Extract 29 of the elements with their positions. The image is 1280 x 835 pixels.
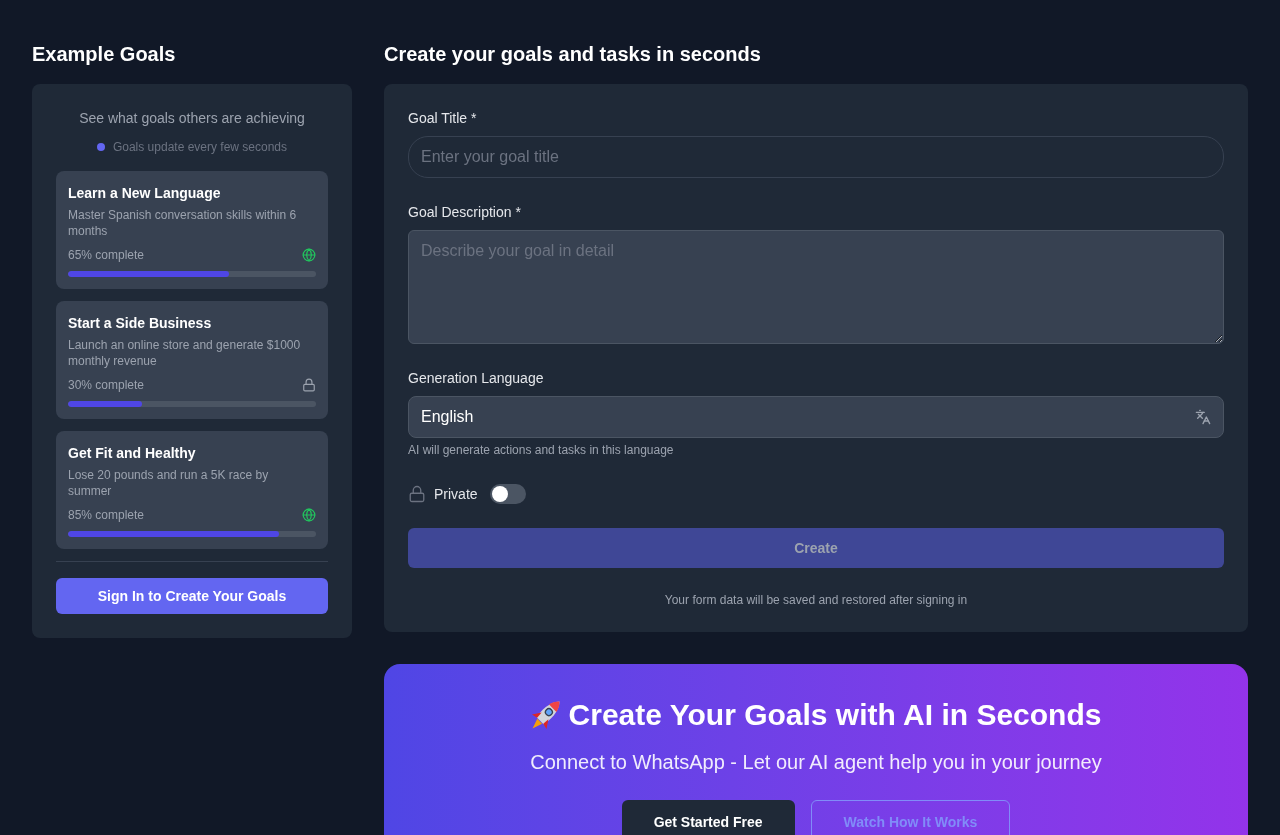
goal-title-input[interactable]: Enter your goal title [408,136,1224,178]
progress-label: 85% complete [68,507,145,523]
rocket-icon [530,700,561,730]
footer-note: Your form data will be saved and restored after signing in [663,592,969,608]
private-toggle[interactable] [489,484,526,504]
panel-subtitle: See what goals others are achieving [78,109,306,128]
goal-description: Lose 20 pounds and run a 5K race by summer [68,467,270,499]
toggle-label: Private [434,485,478,504]
progress-label: 65% complete [68,247,145,263]
goal-title: Get Fit and Healthy [68,444,197,463]
field-label: Generation Language [408,369,545,388]
goal-title: Learn a New Language [68,184,222,203]
banner-subtitle: Connect to WhatsApp - Let our AI agent help you in your journey [530,750,1102,775]
goal-title: Start a Side Business [68,314,213,333]
get-started-button[interactable]: Get Started Free [621,800,795,835]
live-note: Goals update every few seconds [112,139,288,155]
language-select[interactable]: English [408,396,1224,438]
goal-description: Launch an online store and generate $1000 monthly revenue [68,337,302,369]
goal-description: Master Spanish conversation skills within 6 months [68,207,298,239]
section-heading: Example Goals [32,42,177,67]
field-hint: AI will generate actions and tasks in this language [408,442,675,458]
sign-in-button[interactable]: Sign In to Create Your Goals [56,578,328,614]
lock-icon [408,485,426,503]
section-heading: Create your goals and tasks in seconds [384,42,762,67]
banner-title: Create Your Goals with AI in Seconds [568,697,1102,733]
field-label: Goal Title * [408,109,478,128]
translate-icon [1195,409,1211,425]
progress-label: 30% complete [68,377,145,393]
field-label: Goal Description * [408,203,522,222]
